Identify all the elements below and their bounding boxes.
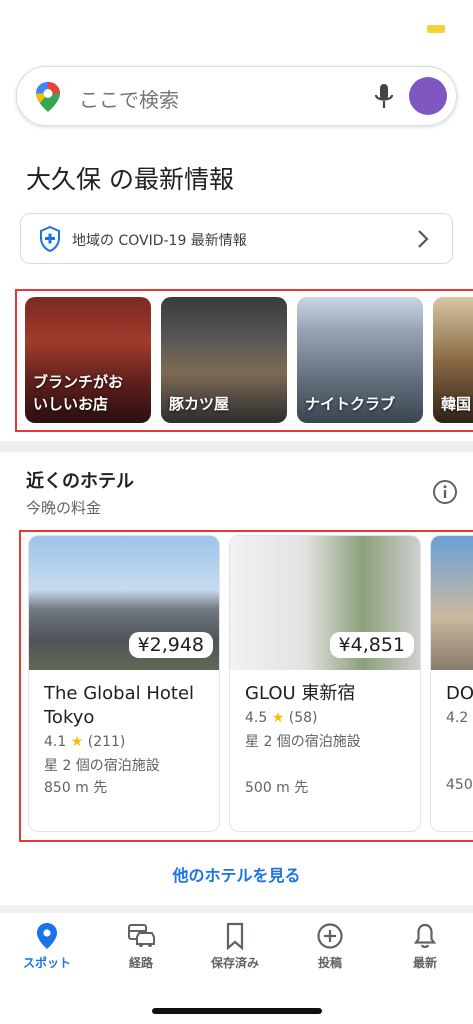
avatar[interactable]	[409, 77, 447, 115]
hotel-distance: 500 m 先	[245, 780, 309, 796]
category-card-nightclub[interactable]: ナイトクラブ	[297, 297, 423, 423]
star-icon: ★	[271, 710, 285, 726]
star-icon: ★	[70, 734, 84, 750]
hotel-class: 星 2 個の宿泊施設	[44, 758, 160, 774]
nav-item-directions[interactable]: 経路	[94, 921, 188, 971]
section-divider	[0, 441, 473, 452]
search-input[interactable]: ここで検索	[79, 84, 179, 113]
battery-icon	[427, 25, 445, 33]
rating-value: 4.2	[446, 710, 469, 726]
hotel-card[interactable]: ¥2,948 The Global Hotel Tokyo 4.1 ★ (211…	[28, 535, 220, 832]
hotel-price: ¥4,851	[329, 632, 414, 658]
nav-label: 保存済み	[210, 956, 259, 970]
hotel-distance: 450	[446, 777, 473, 793]
category-label: ブランチがお	[33, 373, 124, 391]
nav-label: 最新	[412, 956, 437, 970]
hotels-heading: 近くのホテル	[26, 471, 134, 492]
hotel-distance: 850 m 先	[44, 780, 108, 796]
nav-item-spot[interactable]: スポット	[0, 921, 94, 971]
review-count: (58)	[288, 710, 318, 726]
category-card-brunch[interactable]: ブランチがお いしいお店	[25, 297, 151, 423]
hotels-subheading: 今晩の料金	[26, 499, 102, 517]
home-indicator	[152, 1008, 322, 1014]
page-title: 大久保 の最新情報	[26, 165, 234, 194]
rating-value: 4.1	[44, 734, 67, 750]
nav-item-updates[interactable]: 最新	[378, 921, 472, 971]
chevron-right-icon	[415, 228, 431, 254]
mic-icon[interactable]	[373, 82, 395, 116]
hotel-price: ¥2,948	[128, 632, 213, 658]
category-label: いしいお店	[33, 395, 109, 413]
search-bar[interactable]: ここで検索	[16, 66, 457, 126]
hotel-name: GLOU 東新宿	[245, 683, 356, 704]
hotel-card[interactable]: ¥4,851 GLOU 東新宿 4.5 ★ (58) 星 2 個の宿泊施設 50…	[229, 535, 421, 832]
covid-banner[interactable]: 地域の COVID-19 最新情報	[20, 213, 453, 264]
hotel-rating: 4.5 ★ (58)	[245, 710, 317, 726]
nav-label: 投稿	[317, 956, 342, 970]
nav-item-saved[interactable]: 保存済み	[188, 921, 282, 971]
nav-label: スポット	[22, 956, 71, 970]
bookmark-icon	[188, 921, 282, 951]
hotel-rating: 4.2	[446, 710, 468, 726]
info-icon[interactable]	[432, 479, 458, 509]
car-icon	[94, 921, 188, 951]
more-hotels-link[interactable]: 他のホテルを見る	[0, 862, 473, 886]
shield-icon	[39, 225, 61, 256]
category-label: ナイトクラブ	[305, 395, 396, 413]
hotel-class: 星 2 個の宿泊施設	[245, 734, 361, 750]
nav-label: 経路	[128, 956, 153, 970]
review-count: (211)	[87, 734, 126, 750]
hotel-card[interactable]: DO 4.2 450	[430, 535, 473, 832]
add-circle-icon	[283, 921, 377, 951]
nav-item-contribute[interactable]: 投稿	[283, 921, 377, 971]
category-label: 豚カツ屋	[169, 395, 230, 413]
category-card-korean[interactable]: 韓国	[433, 297, 473, 423]
covid-banner-label: 地域の COVID-19 最新情報	[72, 233, 247, 249]
hotel-name: DO	[446, 683, 473, 704]
maps-logo-icon	[35, 81, 61, 117]
hotel-photo	[431, 536, 473, 670]
bell-icon	[378, 921, 472, 951]
hotel-rating: 4.1 ★ (211)	[44, 734, 125, 750]
pin-icon	[0, 921, 94, 951]
hotel-name: The Global Hotel Tokyo	[44, 683, 195, 728]
rating-value: 4.5	[245, 710, 268, 726]
category-card-tonkatsu[interactable]: 豚カツ屋	[161, 297, 287, 423]
category-label: 韓国	[441, 395, 472, 413]
section-divider	[0, 905, 473, 913]
